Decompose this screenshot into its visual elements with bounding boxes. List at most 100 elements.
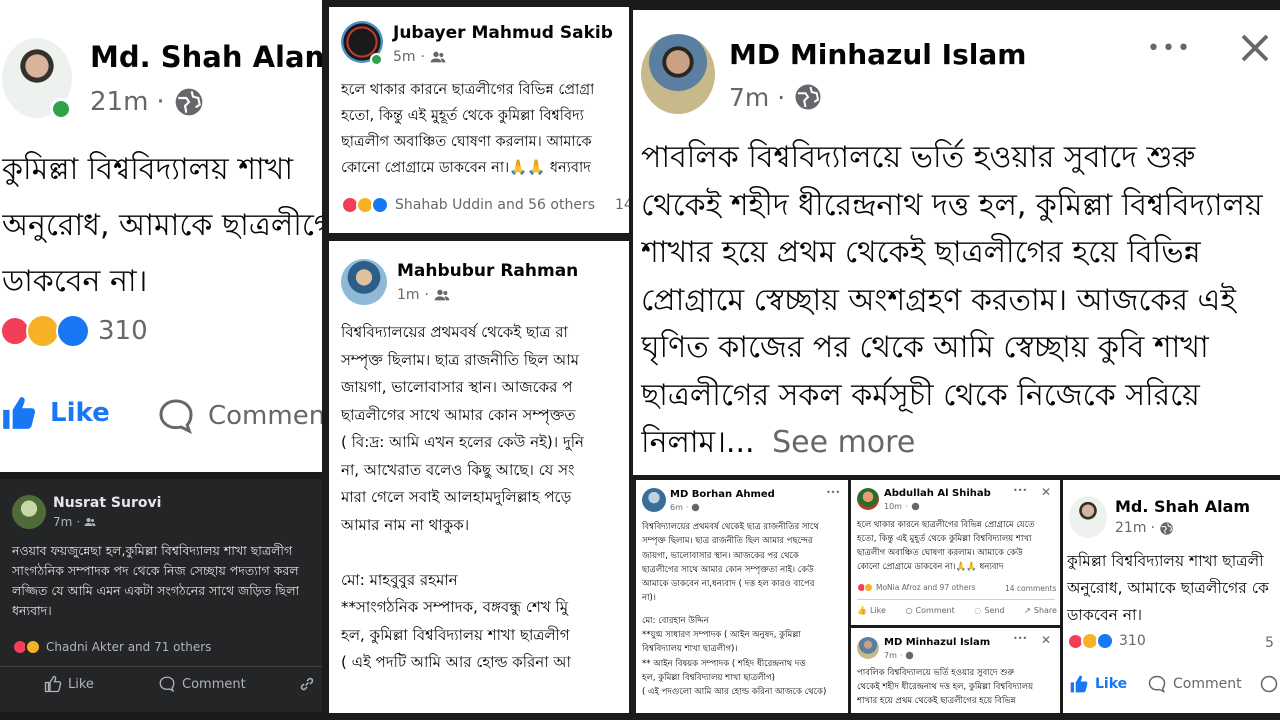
- reactions-summary[interactable]: 310: [0, 314, 148, 348]
- share-icon[interactable]: [298, 675, 316, 693]
- post-line: ( এই পদটি আমি আর হোল্ড করিনা আ: [341, 653, 571, 671]
- timestamp[interactable]: 10m: [884, 502, 902, 511]
- post-meta: 7m ·: [884, 651, 914, 660]
- post-line: হতো, কিন্তু এই মুহূর্ত থেকে কুমিল্লা বিশ…: [341, 108, 584, 124]
- comment-button[interactable]: Comment: [156, 396, 322, 436]
- comment-button[interactable]: Comment: [158, 675, 246, 693]
- post-line: মো: বোরহান উদ্দিন: [642, 615, 709, 626]
- comment-bubble-icon: ○: [905, 606, 913, 615]
- like-button[interactable]: Like: [44, 675, 94, 693]
- post-line: ছাত্রলীগ অবাঞ্চিত ঘোষণা করলাম। আমাকে: [341, 134, 592, 150]
- post-line: ছাত্রলীগের সকল কর্মসূচী থেকে নিজেকে সরিয…: [641, 377, 1200, 413]
- avatar[interactable]: [1069, 496, 1107, 538]
- send-button[interactable]: ◌ Send: [974, 606, 1004, 615]
- post-line: ** আইন বিষয়ক সম্পাদক ( শহিদ ধীরেন্দ্রনা…: [642, 658, 806, 669]
- thumbs-up-icon: [0, 394, 38, 432]
- reaction-count: 310: [98, 316, 148, 346]
- author-name[interactable]: Mahbubur Rahman: [397, 261, 578, 281]
- reactions-summary[interactable]: Chadni Akter and 71 others: [12, 639, 211, 655]
- timestamp[interactable]: 7m: [729, 83, 769, 112]
- like-button[interactable]: Like: [1069, 674, 1127, 694]
- post-line: প্রোগ্রামে স্বেচ্ছায় অংশগ্রহণ করতাম। আজ…: [641, 282, 1236, 318]
- post-minhazul-islam-small: MD Minhazul Islam 7m · ••• ✕ পাবলিক বিশ্…: [851, 628, 1060, 713]
- comment-count[interactable]: 14: [615, 197, 629, 213]
- share-button[interactable]: ↗ Share: [1024, 606, 1057, 615]
- post-borhan-ahmed: MD Borhan Ahmed 6m · ••• বিশ্ববিদ্যালয়ে…: [636, 480, 848, 713]
- comment-count[interactable]: 14 comments: [1005, 584, 1056, 593]
- comment-bubble-icon: [158, 675, 176, 693]
- post-line: না)।: [642, 593, 656, 604]
- reactions-summary[interactable]: MoNia Afroz and 97 others: [857, 583, 975, 592]
- author-name[interactable]: MD Minhazul Islam: [884, 637, 990, 648]
- avatar[interactable]: [857, 637, 879, 659]
- comment-button[interactable]: ○ Comment: [906, 606, 955, 615]
- timestamp[interactable]: 21m: [90, 87, 148, 117]
- separator: ·: [424, 287, 429, 303]
- post-line: সম্পৃক্ত ছিলাম। ছাত্র রাজনীতি ছিল আম: [341, 350, 579, 369]
- avatar[interactable]: [857, 488, 879, 510]
- separator: ·: [685, 503, 689, 512]
- post-meta: 1m ·: [397, 287, 450, 303]
- author-name[interactable]: Md. Shah Alam: [90, 40, 322, 74]
- timestamp[interactable]: 21m: [1115, 520, 1146, 536]
- comment-count[interactable]: 5: [1265, 635, 1274, 651]
- post-meta: 21m ·: [1115, 520, 1174, 536]
- like-button[interactable]: Like: [0, 394, 110, 432]
- like-label: Like: [68, 676, 94, 692]
- timestamp[interactable]: 6m: [670, 503, 683, 512]
- see-more-link[interactable]: See more: [772, 425, 915, 460]
- avatar[interactable]: [641, 34, 715, 114]
- post-line: নওয়াব ফয়জুন্নেছা হল,কুমিল্লা বিশ্ববিদ্…: [12, 543, 293, 558]
- reactions-summary[interactable]: 310: [1067, 632, 1146, 650]
- more-options-icon[interactable]: •••: [1147, 36, 1192, 61]
- post-line: **যুগ্ম সাধারণ সম্পাদক ( আইন অনুষদ, কুমি…: [642, 630, 801, 641]
- comment-button[interactable]: Comment: [1147, 674, 1242, 694]
- post-line: শাখার হয়ে প্রথম থেকেই ছাত্রলীগের হয়ে ব…: [641, 235, 1201, 270]
- like-button[interactable]: 👍 Like: [857, 606, 886, 615]
- more-options-icon[interactable]: •••: [1013, 486, 1027, 495]
- messenger-icon[interactable]: [1259, 674, 1279, 694]
- like-reaction-icon: [1096, 632, 1114, 650]
- thumbs-up-icon: [44, 675, 62, 693]
- globe-icon: [911, 502, 920, 511]
- separator: ·: [777, 82, 786, 112]
- like-reaction-icon: [371, 196, 389, 214]
- messenger-icon: ◌: [974, 606, 982, 615]
- post-body: বিশ্ববিদ্যালয়ের প্রথমবর্ষ থেকেই ছাত্র র…: [642, 520, 826, 700]
- timestamp[interactable]: 7m: [53, 515, 72, 529]
- author-name[interactable]: Nusrat Surovi: [53, 495, 161, 511]
- author-name[interactable]: Abdullah Al Shihab: [884, 488, 991, 499]
- avatar[interactable]: [642, 488, 666, 512]
- author-name[interactable]: MD Minhazul Islam: [729, 38, 1026, 71]
- avatar[interactable]: [341, 259, 387, 305]
- post-line: হলে থাকার কারনে ছাত্রলীগের বিভিন্ন প্রোগ…: [341, 82, 595, 98]
- close-icon[interactable]: ✕: [1041, 485, 1051, 499]
- globe-icon: [905, 651, 914, 660]
- online-status-icon: [370, 53, 383, 66]
- post-body: নওয়াব ফয়জুন্নেছা হল,কুমিল্লা বিশ্ববিদ্…: [12, 541, 299, 621]
- post-line: ছাত্রলীগের সাথে আমার কোন সম্পৃক্ততা নাই।…: [642, 564, 814, 575]
- more-options-icon[interactable]: •••: [826, 488, 840, 497]
- author-name[interactable]: Jubayer Mahmud Sakib: [393, 23, 613, 43]
- separator: ·: [156, 87, 165, 117]
- post-body: হলে থাকার কারনে ছাত্রলীগের বিভিন্ন প্রোগ…: [341, 77, 594, 181]
- close-icon[interactable]: ✕: [1041, 633, 1051, 647]
- avatar[interactable]: [12, 495, 46, 529]
- timestamp[interactable]: 1m: [397, 287, 420, 303]
- more-options-icon[interactable]: •••: [1013, 634, 1027, 643]
- reaction-text: Chadni Akter and 71 others: [46, 640, 212, 654]
- timestamp[interactable]: 5m: [393, 49, 416, 65]
- author-name[interactable]: Md. Shah Alam: [1115, 497, 1250, 516]
- divider: [0, 666, 322, 667]
- close-icon[interactable]: [1237, 30, 1273, 66]
- post-meta: 6m ·: [670, 503, 700, 512]
- thumbs-up-icon: 👍: [857, 606, 867, 615]
- reactions-summary[interactable]: Shahab Uddin and 56 others: [341, 196, 595, 214]
- post-line: আমার নাম না থাকুক।: [341, 515, 470, 534]
- author-name[interactable]: MD Borhan Ahmed: [670, 489, 775, 500]
- post-minhazul-islam-large: MD Minhazul Islam 7m · ••• পাবলিক বিশ্বব…: [633, 10, 1280, 475]
- timestamp[interactable]: 7m: [884, 651, 897, 660]
- post-meta: 21m ·: [90, 86, 205, 118]
- post-body: পাবলিক বিশ্ববিদ্যালয়ে ভর্তি হওয়ার সুবা…: [857, 666, 1033, 708]
- post-line: নিলাম।... See more: [641, 419, 1263, 467]
